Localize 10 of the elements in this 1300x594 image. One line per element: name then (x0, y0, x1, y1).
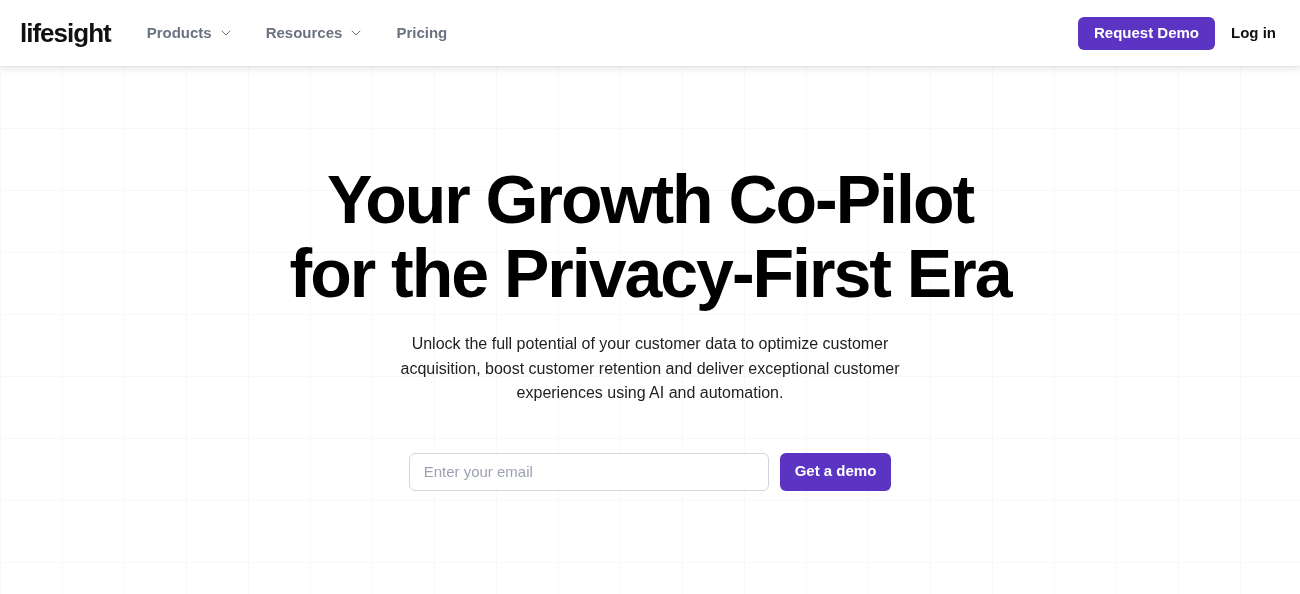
nav-menu-button[interactable]: Products (146, 21, 234, 45)
nav-link[interactable]: Pricing (396, 21, 448, 45)
login-link[interactable]: Log in (1231, 21, 1276, 45)
request-demo-button[interactable]: Request Demo (1077, 16, 1215, 50)
get-demo-button[interactable]: Get a demo (779, 452, 892, 491)
email-field[interactable]: Enter your email (408, 452, 769, 491)
logo[interactable]: lifesight (20, 20, 111, 46)
nav-menu-button[interactable]: Resources (265, 21, 365, 45)
hero-description: Unlock the full potential of your customer data to optimize customer acquisition, boost customer retention and deliver exceptional customer experiences using AI and automation. (399, 334, 901, 403)
hero-headline: Your Growth Co-Pilot for the Privacy-First Era (289, 162, 1011, 310)
